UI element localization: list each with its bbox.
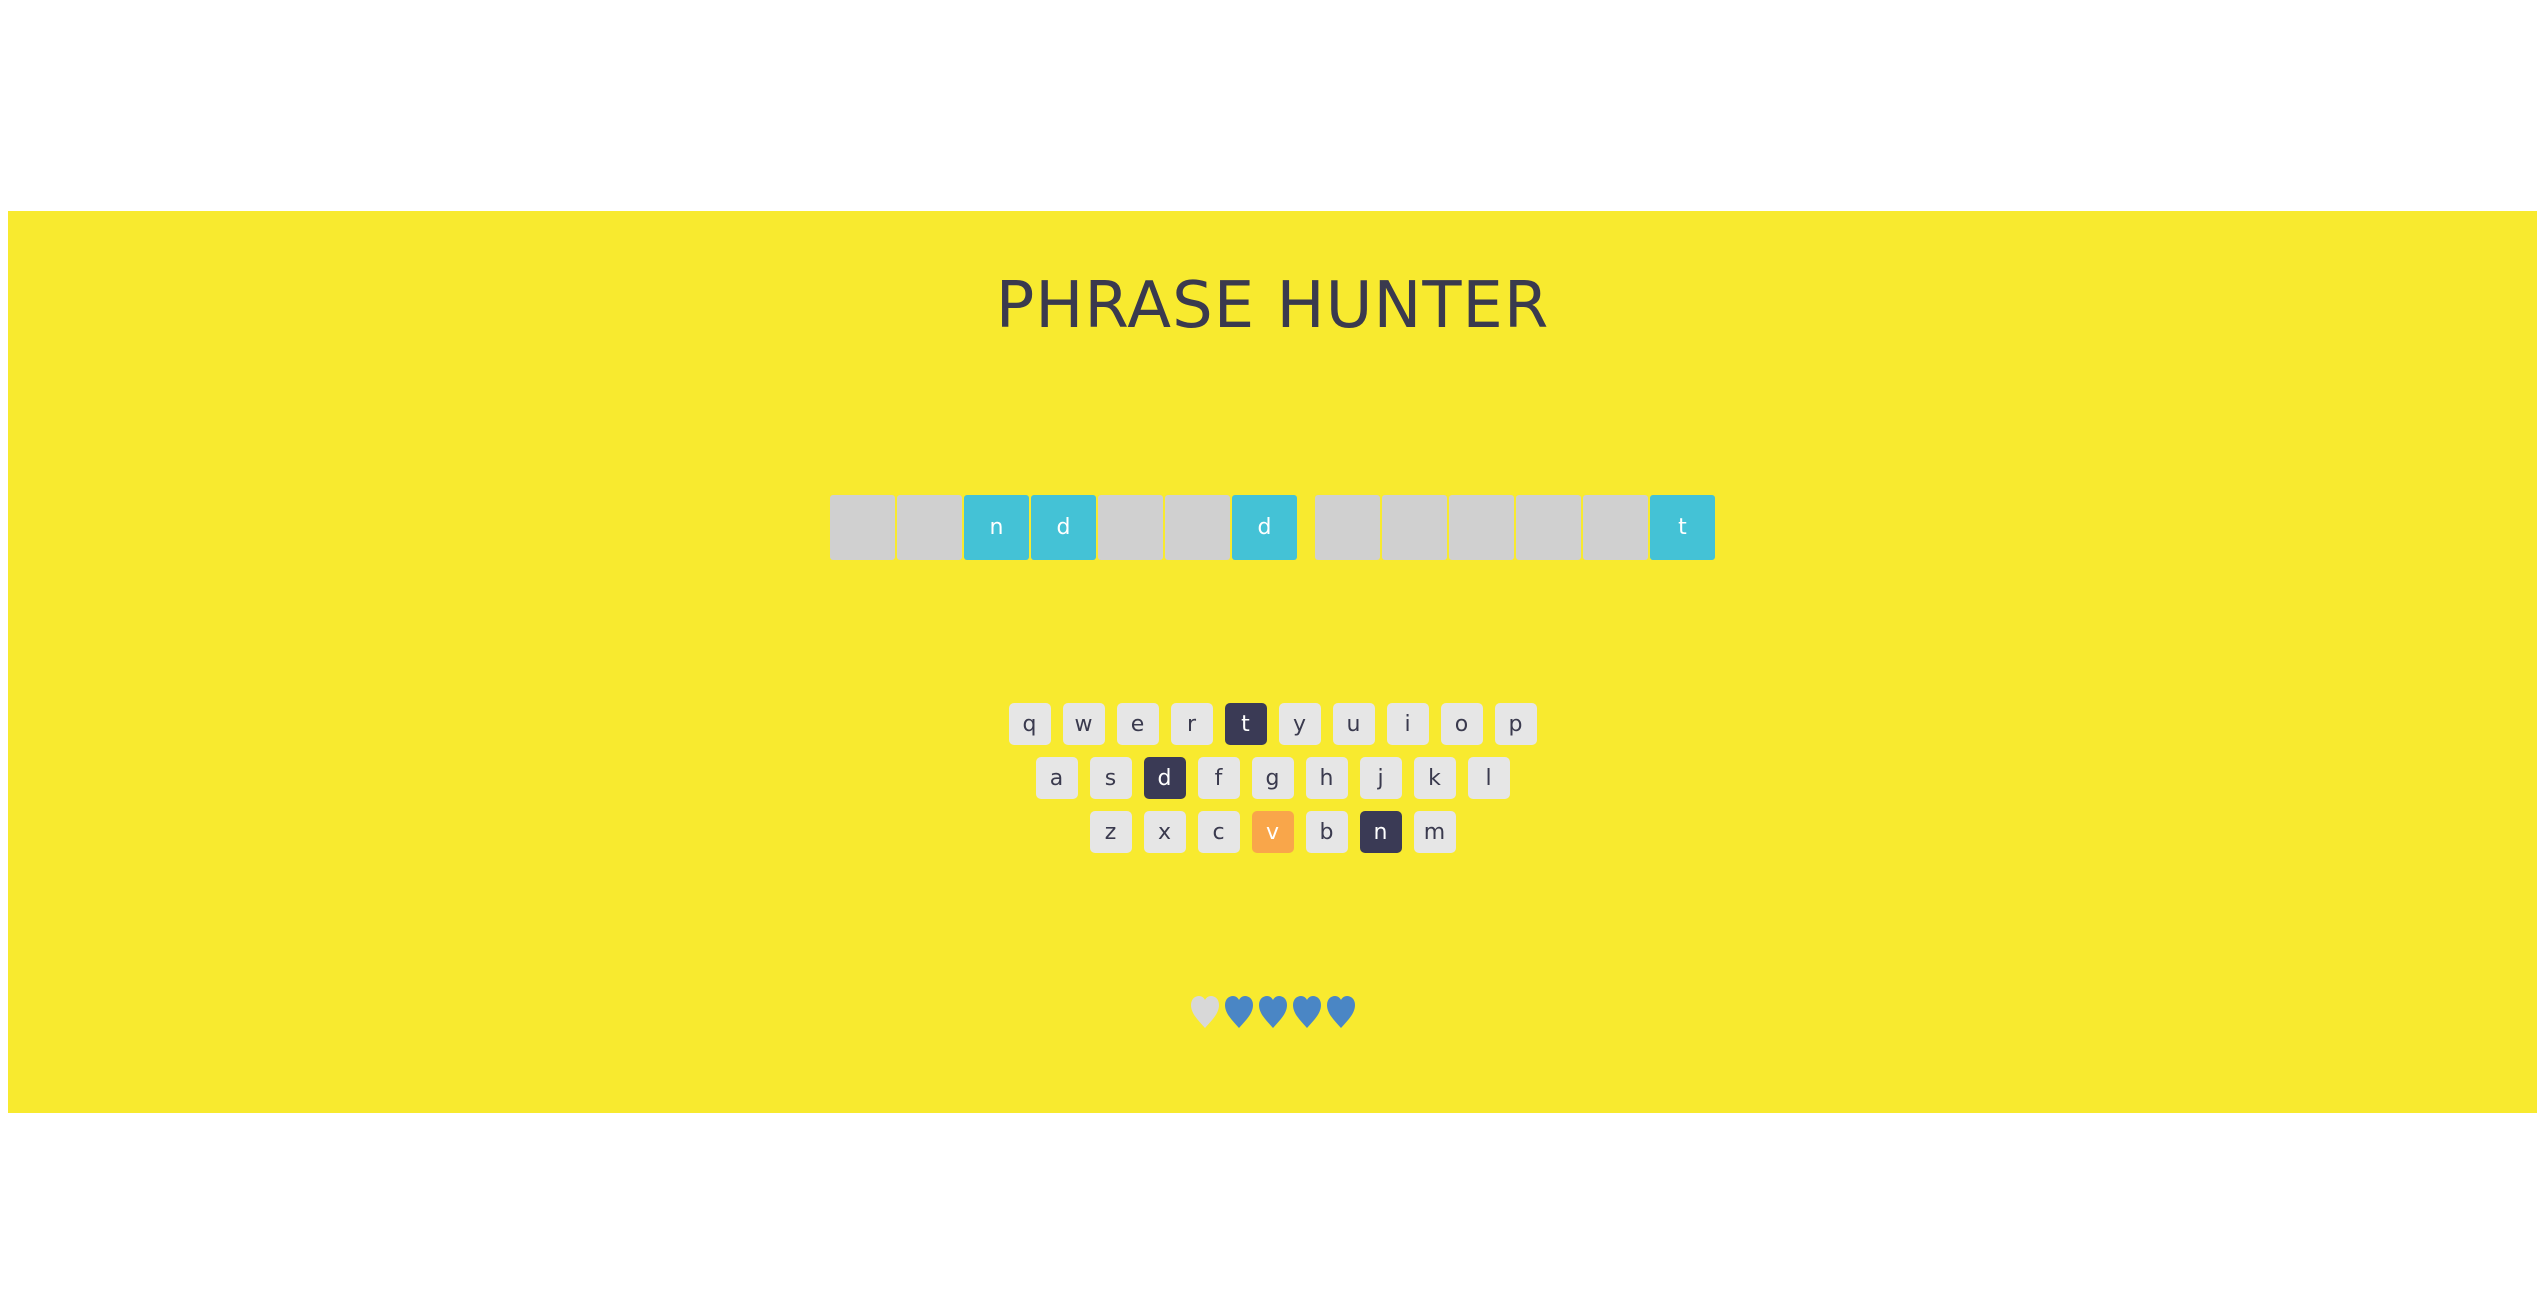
key-k[interactable]: k <box>1413 757 1456 799</box>
keyboard-row: zxcvbnm <box>8 811 2537 853</box>
letter-tile <box>830 495 895 560</box>
keyboard-row: asdfghjkl <box>8 757 2537 799</box>
phrase-word: ndd <box>830 495 1297 560</box>
key-y[interactable]: y <box>1278 703 1321 745</box>
key-e[interactable]: e <box>1116 703 1159 745</box>
key-d[interactable]: d <box>1143 757 1186 799</box>
keyboard-row: qwertyuiop <box>8 703 2537 745</box>
key-v[interactable]: v <box>1251 811 1294 853</box>
key-a[interactable]: a <box>1035 757 1078 799</box>
phrase-board: nddt <box>8 495 2537 560</box>
game-banner: PHRASE HUNTER nddt qwertyuiopasdfghjklzx… <box>8 211 2537 1113</box>
letter-tile: t <box>1650 495 1715 560</box>
key-n[interactable]: n <box>1359 811 1402 853</box>
key-g[interactable]: g <box>1251 757 1294 799</box>
key-l[interactable]: l <box>1467 757 1510 799</box>
letter-tile <box>1516 495 1581 560</box>
key-q[interactable]: q <box>1008 703 1051 745</box>
heart-icon <box>1291 994 1323 1034</box>
heart-icon <box>1189 994 1221 1034</box>
key-c[interactable]: c <box>1197 811 1240 853</box>
key-p[interactable]: p <box>1494 703 1537 745</box>
letter-tile <box>1098 495 1163 560</box>
on-screen-keyboard: qwertyuiop asdfghjkl zxcvbnm <box>8 703 2537 865</box>
letter-tile: d <box>1232 495 1297 560</box>
heart-icon <box>1257 994 1289 1034</box>
key-x[interactable]: x <box>1143 811 1186 853</box>
heart-icon <box>1325 994 1357 1034</box>
letter-tile <box>1315 495 1380 560</box>
letter-tile: d <box>1031 495 1096 560</box>
key-z[interactable]: z <box>1089 811 1132 853</box>
key-s[interactable]: s <box>1089 757 1132 799</box>
letter-tile <box>897 495 962 560</box>
key-j[interactable]: j <box>1359 757 1402 799</box>
key-i[interactable]: i <box>1386 703 1429 745</box>
key-r[interactable]: r <box>1170 703 1213 745</box>
key-o[interactable]: o <box>1440 703 1483 745</box>
letter-tile: n <box>964 495 1029 560</box>
key-u[interactable]: u <box>1332 703 1375 745</box>
key-w[interactable]: w <box>1062 703 1105 745</box>
phrase-word: t <box>1315 495 1715 560</box>
key-b[interactable]: b <box>1305 811 1348 853</box>
letter-tile <box>1583 495 1648 560</box>
key-f[interactable]: f <box>1197 757 1240 799</box>
lives-scoreboard <box>8 994 2537 1034</box>
key-t[interactable]: t <box>1224 703 1267 745</box>
letter-tile <box>1165 495 1230 560</box>
heart-icon <box>1223 994 1255 1034</box>
letter-tile <box>1449 495 1514 560</box>
key-m[interactable]: m <box>1413 811 1456 853</box>
key-h[interactable]: h <box>1305 757 1348 799</box>
letter-tile <box>1382 495 1447 560</box>
game-title: PHRASE HUNTER <box>995 269 1550 343</box>
